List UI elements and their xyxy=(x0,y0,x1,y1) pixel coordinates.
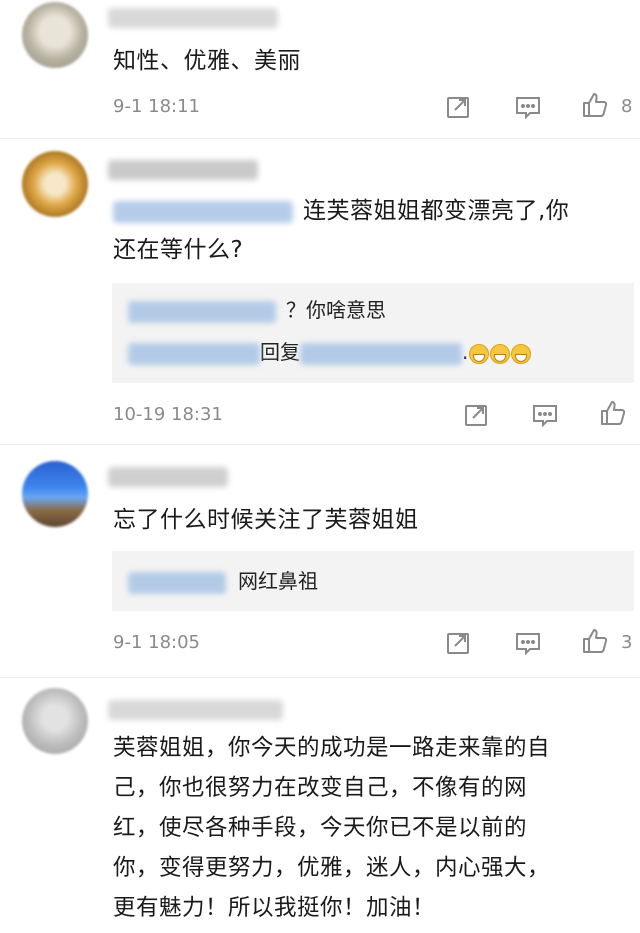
grinning-emoji xyxy=(469,343,490,364)
like-icon[interactable] xyxy=(581,91,609,119)
username-blurred[interactable] xyxy=(108,700,283,720)
reply-item: 网红鼻祖 xyxy=(128,564,624,598)
comment-text-line2: 还在等什么? xyxy=(113,237,244,263)
comment-3: 忘了什么时候关注了芙蓉姐姐 网红鼻祖 9-1 18:05 3 xyxy=(0,445,640,680)
reply-item: ？你啥意思 xyxy=(128,293,624,327)
avatar[interactable] xyxy=(22,688,88,754)
timestamp: 10-19 18:31 xyxy=(113,404,223,425)
comment-icon[interactable] xyxy=(514,629,542,657)
comment-text-line: 红，使尽各种手段，今天你已不是以前的 xyxy=(113,815,528,841)
reply-box[interactable]: ？你啥意思 回复. xyxy=(112,283,634,383)
comment-text-line: 芙蓉姐姐，你今天的成功是一路走来靠的自 xyxy=(113,735,551,761)
username-blurred[interactable] xyxy=(108,8,278,28)
comment-text-line: 更有魅力！所以我挺你！加油！ xyxy=(113,895,436,921)
comment-text-line: 己，你也很努力在改变自己，不像有的网 xyxy=(113,775,528,801)
repost-icon[interactable] xyxy=(462,401,490,429)
reply-box[interactable]: 网红鼻祖 xyxy=(112,551,634,611)
reply-text: 网红鼻祖 xyxy=(238,569,318,593)
username-blurred[interactable] xyxy=(108,467,228,487)
mention-blurred[interactable] xyxy=(113,200,293,223)
avatar[interactable] xyxy=(22,151,88,217)
username-blurred[interactable] xyxy=(108,160,258,180)
reply-text: ？你啥意思 xyxy=(286,298,386,322)
comment-1: 知性、优雅、美丽 9-1 18:11 8 xyxy=(0,0,640,140)
comment-text: 忘了什么时候关注了芙蓉姐姐 xyxy=(113,507,419,533)
comment-text: 芙蓉姐姐，你今天的成功是一路走来靠的自 己，你也很努力在改变自己，不像有的网 红… xyxy=(113,728,626,928)
reply-item: 回复. xyxy=(128,335,624,369)
reply-username-blurred[interactable] xyxy=(128,342,260,365)
divider xyxy=(0,677,640,678)
comment-4: 芙蓉姐姐，你今天的成功是一路走来靠的自 己，你也很努力在改变自己，不像有的网 红… xyxy=(0,680,640,933)
reply-prefix: 回复 xyxy=(260,340,300,364)
comment-text: 知性、优雅、美丽 xyxy=(113,48,301,74)
grinning-emoji xyxy=(511,343,532,364)
grinning-emoji xyxy=(490,343,511,364)
comment-text-line: 你，变得更努力，优雅，迷人，内心强大， xyxy=(113,855,551,881)
timestamp: 9-1 18:11 xyxy=(113,96,200,117)
avatar[interactable] xyxy=(22,461,88,527)
comment-icon[interactable] xyxy=(531,401,559,429)
timestamp: 9-1 18:05 xyxy=(113,632,200,653)
repost-icon[interactable] xyxy=(444,93,472,121)
like-count: 8 xyxy=(621,96,633,117)
like-icon[interactable] xyxy=(599,399,627,427)
comment-2: 连芙蓉姐姐都变漂亮了,你 还在等什么? ？你啥意思 回复. 10-19 18:3… xyxy=(0,140,640,445)
reply-mention-blurred[interactable] xyxy=(300,342,462,365)
like-count: 3 xyxy=(621,632,633,653)
comment-icon[interactable] xyxy=(514,93,542,121)
like-icon[interactable] xyxy=(581,627,609,655)
avatar[interactable] xyxy=(22,2,88,68)
reply-username-blurred[interactable] xyxy=(128,571,226,594)
reply-suffix: . xyxy=(462,340,469,364)
divider xyxy=(0,138,640,139)
reply-username-blurred[interactable] xyxy=(128,300,276,323)
comment-text: 连芙蓉姐姐都变漂亮了,你 还在等什么? xyxy=(113,192,626,270)
comment-text-line1: 连芙蓉姐姐都变漂亮了,你 xyxy=(303,198,570,224)
repost-icon[interactable] xyxy=(444,629,472,657)
